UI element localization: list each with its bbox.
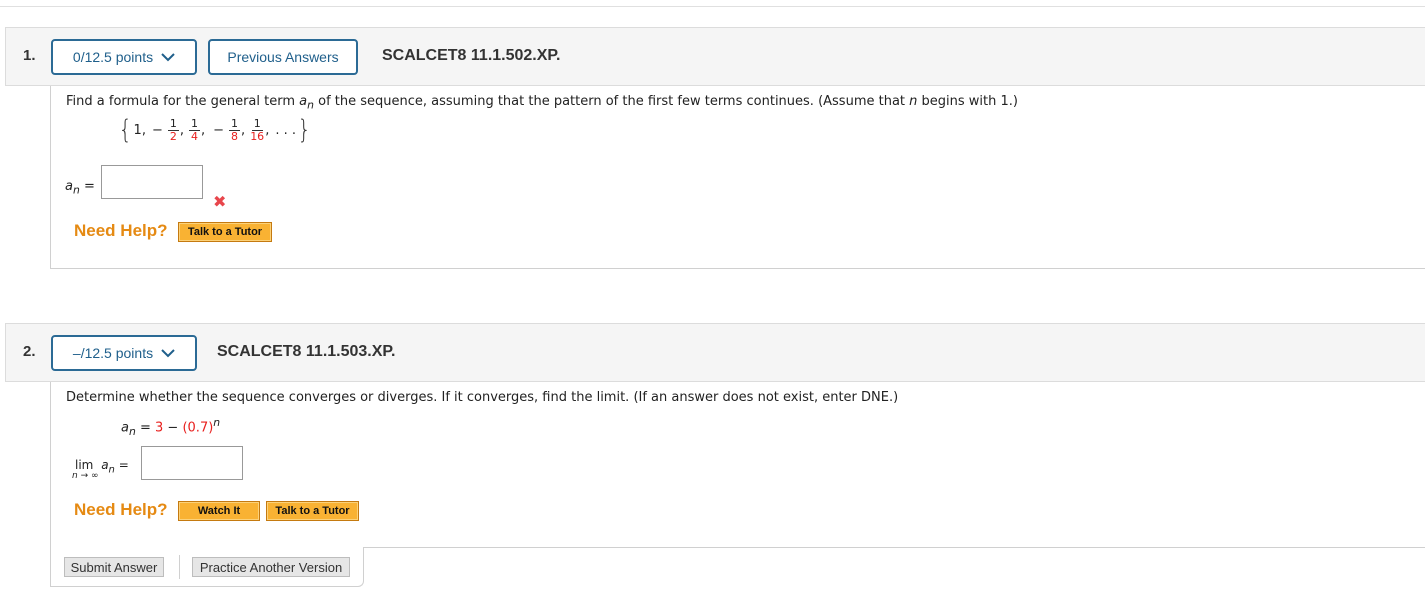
submit-answer-button[interactable]: Submit Answer [64, 557, 164, 577]
seq-fraction: 18 [229, 116, 241, 143]
previous-answers-label: Previous Answers [227, 49, 339, 65]
points-label: –/12.5 points [72, 345, 154, 361]
comma: , [179, 122, 184, 138]
formula-base: (0.7) [182, 420, 214, 436]
prompt-text: begins with 1.) [917, 94, 1018, 109]
points-label: 0/12.5 points [72, 49, 154, 65]
formula-minus: − [163, 420, 183, 436]
equals-sign: = [83, 179, 95, 194]
chevron-down-icon [161, 349, 175, 358]
question-code: SCALCET8 11.1.502.XP. [382, 47, 561, 64]
fraction-denominator: 2 [169, 129, 177, 143]
divider [363, 547, 1425, 548]
limit-var: a [101, 458, 109, 472]
question-2-header: 2. –/12.5 points SCALCET8 11.1.503.XP. [5, 323, 1425, 382]
left-brace: { [118, 115, 132, 145]
limit-expression: lim n → ∞ an = [72, 458, 129, 481]
question-prompt: Determine whether the sequence converges… [66, 390, 899, 405]
prompt-text: of the sequence, assuming that the patte… [314, 94, 910, 109]
seq-term: −1 2, [148, 116, 184, 143]
need-help-label: Need Help? [74, 221, 168, 240]
fraction-numerator: 1 [167, 116, 179, 131]
points-dropdown[interactable]: –/12.5 points [51, 335, 197, 371]
question-number: 1. [23, 47, 36, 64]
talk-to-tutor-button[interactable]: Talk to a Tutor [266, 501, 359, 521]
previous-answers-button[interactable]: Previous Answers [208, 39, 358, 75]
need-help-label: Need Help? [74, 500, 168, 519]
formula-exponent: n [213, 416, 221, 429]
seq-fraction: 12 [167, 116, 179, 143]
fraction-numerator: 1 [189, 116, 200, 131]
seq-fraction: 1 16 [250, 116, 265, 143]
points-dropdown[interactable]: 0/12.5 points [51, 39, 197, 75]
question-code: SCALCET8 11.1.503.XP. [217, 343, 396, 360]
equals-sign: = [118, 458, 129, 472]
practice-another-version-button[interactable]: Practice Another Version [192, 557, 350, 577]
seq-term: 1 16, [249, 116, 270, 143]
fraction-denominator: 16 [250, 129, 265, 143]
button-separator [179, 555, 180, 579]
seq-term: 14, [188, 116, 206, 143]
fraction-denominator: 4 [191, 129, 198, 143]
seq-term-sign: − [213, 122, 225, 138]
fraction-denominator: 8 [231, 129, 239, 143]
limit-subscript: n → ∞ [72, 471, 99, 481]
answer-label: an = [65, 179, 95, 197]
incorrect-x-icon: ✖ [213, 192, 227, 211]
comma: , [201, 122, 206, 138]
watch-it-button[interactable]: Watch It [178, 501, 260, 521]
talk-to-tutor-label: Talk to a Tutor [187, 226, 263, 238]
question-prompt: Find a formula for the general term an o… [66, 94, 1018, 112]
practice-another-version-label: Practice Another Version [199, 559, 343, 575]
seq-ellipsis: . . . [275, 122, 296, 138]
chevron-down-icon [161, 53, 175, 62]
submit-answer-label: Submit Answer [70, 559, 158, 575]
fraction-numerator: 1 [251, 116, 263, 131]
question-number: 2. [23, 343, 36, 360]
prompt-var: a [299, 94, 308, 109]
talk-to-tutor-button[interactable]: Talk to a Tutor [178, 222, 272, 242]
seq-fraction: 14 [189, 116, 200, 143]
limit-answer-input[interactable] [141, 446, 243, 480]
question-1-header: 1. 0/12.5 points Previous Answers SCALCE… [5, 27, 1425, 86]
limit-label: lim [75, 458, 94, 472]
sequence-expression: { 1, −1 2, 1 4, −1 8, 1 16, . . . } [117, 117, 313, 143]
talk-to-tutor-label: Talk to a Tutor [275, 505, 350, 517]
watch-it-label: Watch It [197, 505, 241, 517]
fraction-numerator: 1 [229, 116, 241, 131]
seq-first-term: 1, [133, 122, 146, 138]
prompt-var-sub: n [307, 98, 314, 112]
limit-var-sub: n [108, 464, 115, 476]
top-divider [0, 6, 1425, 7]
comma: , [265, 122, 270, 138]
answer-var-sub: n [72, 183, 80, 197]
question-1-body: Find a formula for the general term an o… [50, 86, 1425, 269]
formula-eq: = [135, 420, 156, 436]
right-brace: } [297, 115, 311, 145]
sequence-formula: an = 3 − (0.7)n [121, 416, 220, 438]
question-2-body: Determine whether the sequence converges… [50, 382, 1425, 548]
answer-var: a [65, 179, 73, 194]
seq-term: −1 8, [209, 116, 246, 143]
formula-var: a [121, 420, 129, 436]
seq-term-sign: − [151, 122, 163, 138]
comma: , [241, 122, 246, 138]
prompt-text: Find a formula for the general term [66, 94, 300, 109]
answer-input[interactable] [101, 165, 203, 199]
formula-var-sub: n [128, 424, 136, 438]
